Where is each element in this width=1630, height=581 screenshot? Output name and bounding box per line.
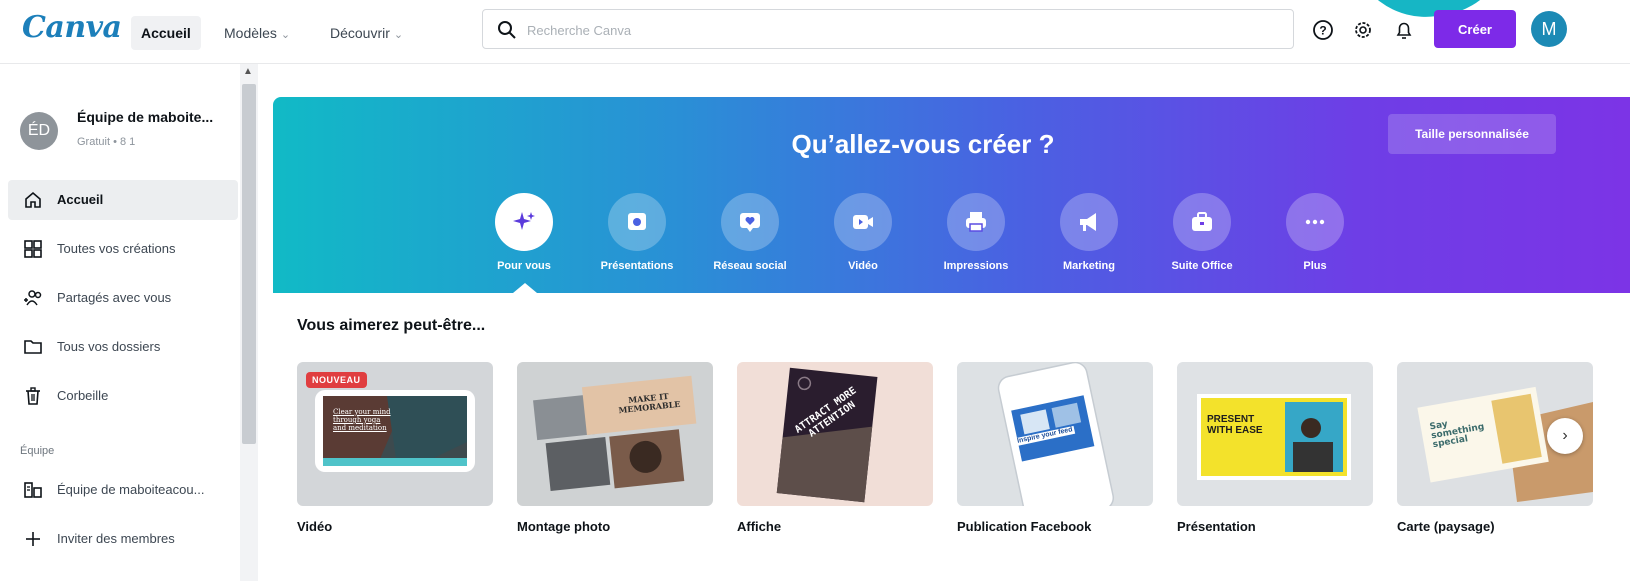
sidebar-scrollbar[interactable]: ▲ [240, 64, 258, 581]
suggestion-card-label: Affiche [737, 519, 782, 534]
search-icon [498, 21, 516, 39]
photo-collage-thumbnail [533, 375, 697, 492]
sidebar: ÉD Équipe de maboite... Gratuit • 8 1 Ac… [0, 64, 240, 581]
folder-icon [24, 340, 42, 354]
suggestion-card-poster[interactable]: ATTRACT MORE ATTENTION [737, 362, 933, 506]
trash-icon [26, 387, 40, 405]
sidebar-item-trash[interactable]: Corbeille [8, 376, 238, 416]
sidebar-item-label: Tous vos dossiers [57, 339, 161, 354]
suggestion-card-facebook-post[interactable]: Inspire your feed [957, 362, 1153, 506]
nav-discover-label: Découvrir [330, 25, 390, 41]
team-name[interactable]: Équipe de maboite... [77, 109, 213, 125]
suggestion-card-label: Publication Facebook [957, 519, 1092, 534]
category-label: Marketing [1063, 260, 1115, 272]
sidebar-item-label: Équipe de maboiteacou... [57, 482, 205, 497]
nav-discover[interactable]: Découvrir ⌄ [320, 16, 413, 50]
suggestion-card-video[interactable]: NOUVEAU Clear your mind through yoga and… [297, 362, 493, 506]
sidebar-item-invite-members[interactable]: Inviter des membres [8, 519, 238, 559]
user-avatar[interactable]: M [1531, 11, 1567, 47]
search-bar[interactable] [482, 9, 1294, 49]
suggestion-card-presentation[interactable]: PRESENT WITH EASE [1177, 362, 1373, 506]
nav-templates-label: Modèles [224, 25, 277, 41]
category-presentations[interactable]: Présentations [582, 193, 692, 272]
chevron-down-icon: ⌄ [280, 29, 291, 41]
sidebar-item-label: Partagés avec vous [57, 290, 172, 305]
suggestion-card-photo-collage[interactable]: MAKE IT MEMORABLE [517, 362, 713, 506]
nav-home-label: Accueil [141, 25, 191, 41]
category-office-suite[interactable]: Suite Office [1147, 193, 1257, 272]
printer-icon [966, 212, 986, 232]
team-avatar[interactable]: ÉD [20, 112, 58, 150]
sidebar-item-label: Corbeille [57, 388, 109, 403]
svg-text:?: ? [1319, 24, 1326, 38]
category-label: Plus [1303, 260, 1327, 272]
video-camera-icon [853, 215, 873, 229]
search-input[interactable] [527, 19, 1267, 41]
suggestion-card-label: Carte (paysage) [1397, 519, 1495, 534]
new-badge: NOUVEAU [306, 372, 367, 388]
briefcase-icon [1192, 212, 1212, 231]
category-marketing[interactable]: Marketing [1034, 193, 1144, 272]
sidebar-item-shared[interactable]: Partagés avec vous [8, 278, 238, 318]
team-section-label: Équipe [20, 445, 55, 457]
megaphone-icon [1080, 213, 1096, 231]
suggestion-card-label: Présentation [1177, 519, 1256, 534]
canva-logo[interactable]: Canva [22, 10, 122, 45]
scroll-up-icon[interactable]: ▲ [243, 66, 253, 77]
category-label: Pour vous [497, 260, 551, 272]
nav-templates[interactable]: Modèles ⌄ [214, 16, 300, 50]
hero-banner: Qu’allez-vous créer ? Taille personnalis… [273, 97, 1630, 293]
sidebar-item-team[interactable]: Équipe de maboiteacou... [8, 470, 238, 510]
category-label: Vidéo [848, 260, 878, 272]
sidebar-item-label: Toutes vos créations [57, 241, 176, 256]
thumbnail-text: PRESENT WITH EASE [1207, 414, 1263, 436]
category-label: Présentations [600, 260, 674, 272]
custom-size-button[interactable]: Taille personnalisée [1388, 114, 1556, 154]
active-category-pointer [513, 283, 537, 293]
shared-users-icon [24, 290, 42, 306]
help-icon[interactable]: ? [1312, 19, 1334, 41]
settings-icon[interactable] [1352, 19, 1374, 41]
category-label: Suite Office [1171, 260, 1233, 272]
nav-home[interactable]: Accueil [131, 16, 201, 50]
plus-icon [26, 532, 40, 546]
category-video[interactable]: Vidéo [808, 193, 918, 272]
category-social[interactable]: Réseau social [695, 193, 805, 272]
sidebar-item-label: Accueil [57, 192, 104, 207]
chevron-down-icon: ⌄ [393, 29, 404, 41]
poster-thumbnail [776, 367, 878, 503]
team-icon [24, 482, 42, 498]
category-label: Réseau social [713, 260, 787, 272]
sidebar-item-home[interactable]: Accueil [8, 180, 238, 220]
category-prints[interactable]: Impressions [921, 193, 1031, 272]
category-label: Impressions [943, 260, 1009, 272]
sparkle-icon [513, 212, 535, 230]
sidebar-item-folders[interactable]: Tous vos dossiers [8, 327, 238, 367]
presentation-icon [628, 213, 646, 230]
suggestions-title: Vous aimerez peut-être... [297, 317, 486, 334]
team-meta: Gratuit • 8 1 [77, 136, 136, 148]
sidebar-item-all-designs[interactable]: Toutes vos créations [8, 229, 238, 269]
scrollbar-thumb[interactable] [242, 84, 256, 444]
top-bar: Canva Accueil Modèles⌄ Découvrir⌄ ? Crée… [0, 0, 1630, 64]
create-button[interactable]: Créer [1434, 10, 1516, 48]
suggestion-card-label: Montage photo [517, 519, 611, 534]
grid-icon [24, 240, 42, 258]
hero-title: Qu’allez-vous créer ? [791, 129, 1055, 159]
suggestion-card-label: Vidéo [297, 519, 333, 534]
thumbnail-text: Clear your mind through yoga and meditat… [333, 408, 391, 432]
heart-chat-icon [740, 213, 760, 232]
category-for-you[interactable]: Pour vous [469, 193, 579, 272]
sidebar-item-label: Inviter des membres [57, 531, 175, 546]
notification-bell-icon[interactable] [1393, 19, 1415, 41]
more-dots-icon [1305, 219, 1325, 225]
category-more[interactable]: Plus [1260, 193, 1370, 272]
home-icon [25, 191, 41, 208]
carousel-next-button[interactable]: › [1547, 418, 1583, 454]
